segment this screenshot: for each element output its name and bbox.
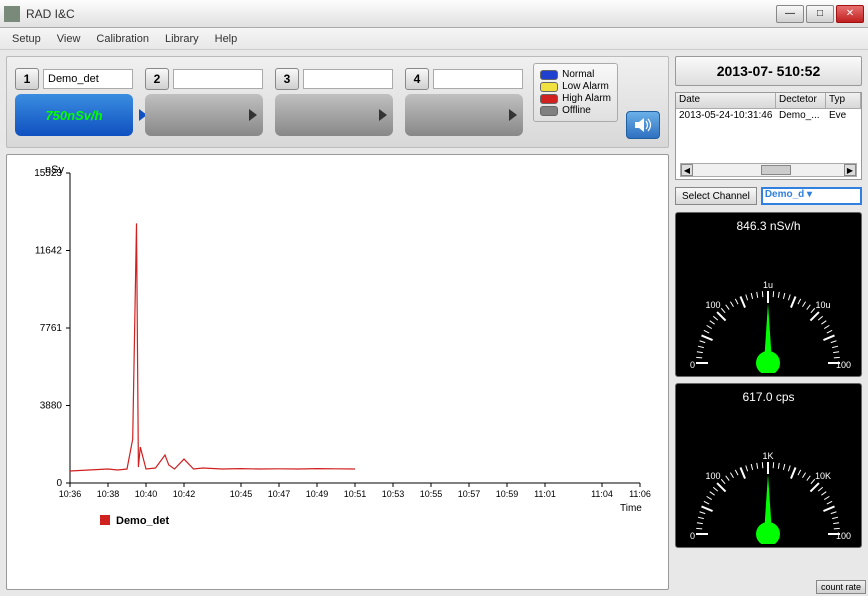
channel-label[interactable]	[173, 69, 263, 89]
legend-offline-label: Offline	[562, 105, 591, 116]
channel-label[interactable]: Demo_det	[43, 69, 133, 89]
menu-calibration[interactable]: Calibration	[90, 31, 155, 47]
svg-text:11:06: 11:06	[629, 489, 651, 499]
count-label: count rate	[816, 580, 866, 594]
svg-text:10:47: 10:47	[268, 489, 291, 499]
svg-text:0: 0	[690, 360, 695, 370]
svg-text:10:38: 10:38	[97, 489, 120, 499]
svg-text:10:59: 10:59	[496, 489, 519, 499]
svg-text:100: 100	[705, 300, 720, 310]
legend-low-label: Low Alarm	[562, 81, 609, 92]
channel-num-button[interactable]: 1	[15, 68, 39, 90]
svg-text:15523: 15523	[34, 168, 62, 179]
svg-text:Time: Time	[620, 503, 642, 514]
dose-gauge[interactable]: 846.3 nSv/h 100 1u 10u 0 100	[675, 212, 862, 377]
channel-4: 4	[405, 68, 523, 136]
titlebar: RAD I&C — □ ✕	[0, 0, 868, 28]
scroll-right-icon[interactable]: ▶	[844, 164, 856, 176]
channel-label[interactable]	[303, 69, 393, 89]
menu-library[interactable]: Library	[159, 31, 205, 47]
svg-text:100: 100	[836, 360, 851, 370]
channel-dropdown[interactable]: Demo_d ▾	[761, 187, 862, 205]
menu-setup[interactable]: Setup	[6, 31, 47, 47]
svg-text:11:04: 11:04	[591, 489, 613, 499]
svg-text:10K: 10K	[815, 471, 831, 481]
legend-high-label: High Alarm	[562, 93, 611, 104]
svg-text:100: 100	[705, 471, 720, 481]
clock: 2013-07- 510:52	[675, 56, 862, 86]
svg-text:10:49: 10:49	[306, 489, 329, 499]
svg-text:0: 0	[56, 478, 62, 489]
col-detector[interactable]: Dectetor	[776, 93, 826, 108]
event-table[interactable]: Date Dectetor Typ 2013-05-24-10:31:46 De…	[675, 92, 862, 180]
select-channel-button[interactable]: Select Channel	[675, 187, 757, 205]
svg-text:10:51: 10:51	[344, 489, 367, 499]
channel-2: 2	[145, 68, 263, 136]
col-type[interactable]: Typ	[826, 93, 861, 108]
app-icon	[4, 6, 20, 22]
channel-label[interactable]	[433, 69, 523, 89]
svg-text:11642: 11642	[35, 246, 63, 257]
svg-text:0: 0	[690, 531, 695, 541]
menu-help[interactable]: Help	[209, 31, 244, 47]
col-date[interactable]: Date	[676, 93, 776, 108]
table-scrollbar[interactable]: ◀ ▶	[680, 163, 857, 177]
channel-body[interactable]	[275, 94, 393, 136]
count-value: 617.0 cps	[676, 384, 861, 404]
svg-text:100: 100	[836, 531, 851, 541]
channel-3: 3	[275, 68, 393, 136]
channel-body[interactable]	[405, 94, 523, 136]
menubar: Setup View Calibration Library Help	[0, 28, 868, 50]
svg-text:11:01: 11:01	[534, 489, 556, 499]
svg-text:10:53: 10:53	[382, 489, 405, 499]
svg-text:10:55: 10:55	[420, 489, 443, 499]
window-title: RAD I&C	[26, 7, 776, 21]
maximize-button[interactable]: □	[806, 5, 834, 23]
play-icon	[379, 109, 387, 121]
play-icon	[249, 109, 257, 121]
minimize-button[interactable]: —	[776, 5, 804, 23]
channel-row: 1Demo_det 750nSv/h 2 3 4 Normal Low Alarm Hi…	[6, 56, 669, 148]
svg-text:Demo_det: Demo_det	[116, 515, 170, 527]
chart[interactable]: nSv038807761116421552310:3610:3810:4010:…	[15, 163, 655, 533]
scroll-thumb[interactable]	[761, 165, 791, 175]
legend-high-swatch	[540, 94, 558, 104]
chart-panel: nSv038807761116421552310:3610:3810:4010:…	[6, 154, 669, 590]
channel-body[interactable]: 750nSv/h	[15, 94, 133, 136]
svg-text:10:45: 10:45	[230, 489, 253, 499]
svg-text:10:57: 10:57	[458, 489, 481, 499]
svg-text:10:36: 10:36	[59, 489, 82, 499]
sound-button[interactable]	[626, 111, 660, 139]
legend-normal-swatch	[540, 70, 558, 80]
legend-low-swatch	[540, 82, 558, 92]
scroll-left-icon[interactable]: ◀	[681, 164, 693, 176]
legend-normal-label: Normal	[562, 69, 594, 80]
close-button[interactable]: ✕	[836, 5, 864, 23]
legend-offline-swatch	[540, 106, 558, 116]
speaker-icon	[633, 117, 653, 133]
status-legend: Normal Low Alarm High Alarm Offline	[533, 63, 618, 122]
channel-body[interactable]	[145, 94, 263, 136]
svg-text:10u: 10u	[815, 300, 830, 310]
svg-text:10:42: 10:42	[173, 489, 196, 499]
svg-text:1u: 1u	[763, 280, 773, 290]
svg-text:7761: 7761	[40, 323, 63, 334]
menu-view[interactable]: View	[51, 31, 87, 47]
svg-text:1K: 1K	[762, 451, 773, 461]
channel-num-button[interactable]: 3	[275, 68, 299, 90]
channel-num-button[interactable]: 2	[145, 68, 169, 90]
channel-num-button[interactable]: 4	[405, 68, 429, 90]
count-gauge[interactable]: 617.0 cps 100 1K 10K 0 100	[675, 383, 862, 548]
table-row[interactable]: 2013-05-24-10:31:46 Demo_... Eve	[676, 109, 861, 122]
svg-text:3880: 3880	[40, 401, 63, 412]
svg-text:10:40: 10:40	[135, 489, 158, 499]
dose-value: 846.3 nSv/h	[676, 213, 861, 233]
channel-1: 1Demo_det 750nSv/h	[15, 68, 133, 136]
play-icon	[509, 109, 517, 121]
